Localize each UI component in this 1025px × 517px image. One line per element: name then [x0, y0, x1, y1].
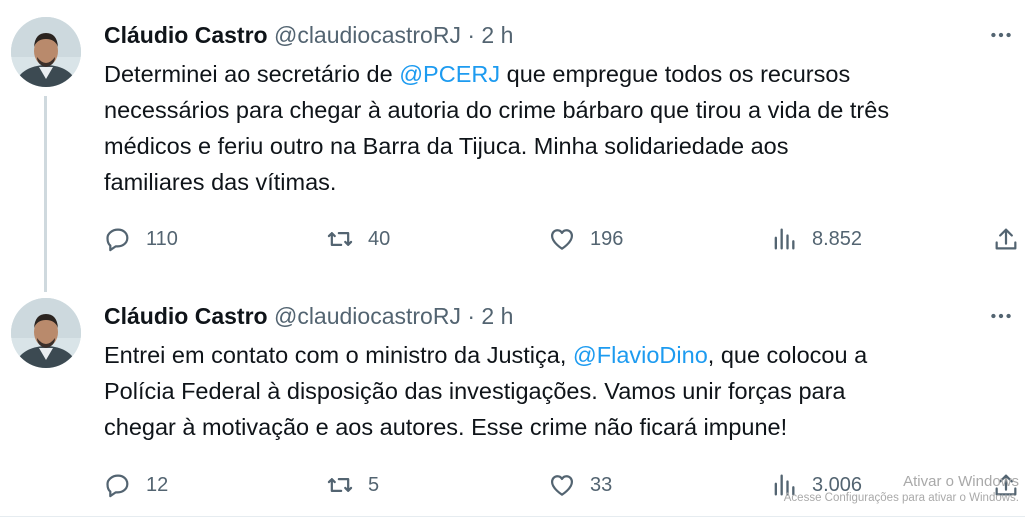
author-name[interactable]: Cláudio Castro	[104, 22, 268, 48]
like-button[interactable]: 196	[548, 222, 623, 256]
text-segment: necessários para chegar à autoria do cri…	[104, 97, 890, 123]
reply-icon	[106, 228, 129, 252]
text-line: familiares das vítimas.	[104, 164, 1019, 200]
heart-icon	[550, 475, 574, 496]
like-count: 196	[590, 227, 624, 250]
profile-photo	[11, 298, 81, 368]
text-line: chegar à motivação e aos autores. Esse c…	[104, 409, 1019, 445]
like-button[interactable]: 33	[548, 468, 612, 502]
tweet-header: Cláudio Castro @claudiocastroRJ · 2 h	[104, 301, 513, 331]
views-count: 8.852	[812, 227, 863, 250]
text-line: Determinei ao secretário de @PCERJ que e…	[104, 56, 1019, 92]
separator-dot: ·	[467, 22, 476, 48]
author-handle[interactable]: @claudiocastroRJ	[274, 303, 461, 329]
windows-activation-watermark: Ativar o Windows Acesse Configurações pa…	[784, 472, 1019, 505]
profile-photo	[11, 17, 81, 87]
heart-icon	[550, 229, 574, 250]
text-segment: , que colocou a	[707, 342, 868, 368]
watermark-subtitle: Acesse Configurações para ativar o Windo…	[783, 492, 1019, 504]
retweet-count: 5	[368, 473, 380, 496]
text-segment: Polícia Federal à disposição das investi…	[104, 378, 846, 404]
share-icon	[995, 228, 1017, 250]
text-segment: que empregue todos os recursos	[500, 61, 851, 87]
text-line: Polícia Federal à disposição das investi…	[104, 373, 1019, 409]
text-line: médicos e feriu outro na Barra da Tijuca…	[104, 128, 1019, 164]
more-icon	[991, 32, 1011, 38]
text-line: Entrei em contato com o ministro da Just…	[104, 337, 1019, 373]
text-segment: Determinei ao secretário de	[104, 61, 400, 87]
mention-link[interactable]: @FlavioDino	[573, 342, 708, 368]
tweet-actions: 110 40 196 8.852	[104, 222, 1024, 256]
reply-button[interactable]: 110	[104, 222, 178, 256]
retweet-icon	[327, 478, 353, 492]
views-icon	[774, 228, 795, 250]
separator-dot: ·	[467, 303, 476, 329]
retweet-button[interactable]: 40	[326, 222, 390, 256]
avatar[interactable]	[11, 298, 81, 368]
text-segment: chegar à motivação e aos autores. Esse c…	[104, 414, 788, 440]
text-segment: médicos e feriu outro na Barra da Tijuca…	[104, 133, 789, 159]
text-line: necessários para chegar à autoria do cri…	[104, 92, 1019, 128]
more-options-button[interactable]	[981, 20, 1021, 50]
reply-button[interactable]: 12	[104, 468, 168, 502]
reply-icon	[106, 474, 129, 498]
thread-connector-line	[44, 96, 47, 292]
author-name[interactable]: Cláudio Castro	[104, 303, 268, 329]
tweet-1[interactable]: Cláudio Castro @claudiocastroRJ · 2 h De…	[0, 0, 1025, 292]
more-icon	[991, 313, 1011, 319]
tweet-header: Cláudio Castro @claudiocastroRJ · 2 h	[104, 20, 513, 50]
reply-count: 110	[146, 227, 178, 250]
retweet-count: 40	[368, 227, 391, 250]
text-segment: familiares das vítimas.	[104, 169, 337, 195]
retweet-button[interactable]: 5	[326, 468, 379, 502]
author-handle[interactable]: @claudiocastroRJ	[274, 22, 461, 48]
watermark-title: Ativar o Windows	[903, 473, 1019, 490]
like-count: 33	[590, 473, 613, 496]
tweet-text: Entrei em contato com o ministro da Just…	[104, 337, 1019, 445]
mention-link[interactable]: @PCERJ	[399, 61, 500, 87]
reply-count: 12	[146, 473, 169, 496]
timestamp[interactable]: 2 h	[481, 22, 513, 48]
tweet-text: Determinei ao secretário de @PCERJ que e…	[104, 56, 1019, 200]
text-segment: Entrei em contato com o ministro da Just…	[104, 342, 573, 368]
share-button[interactable]	[992, 222, 1020, 256]
timestamp[interactable]: 2 h	[481, 303, 513, 329]
avatar[interactable]	[11, 17, 81, 87]
more-options-button[interactable]	[981, 301, 1021, 331]
retweet-icon	[327, 232, 353, 246]
views-button[interactable]: 8.852	[770, 222, 862, 256]
